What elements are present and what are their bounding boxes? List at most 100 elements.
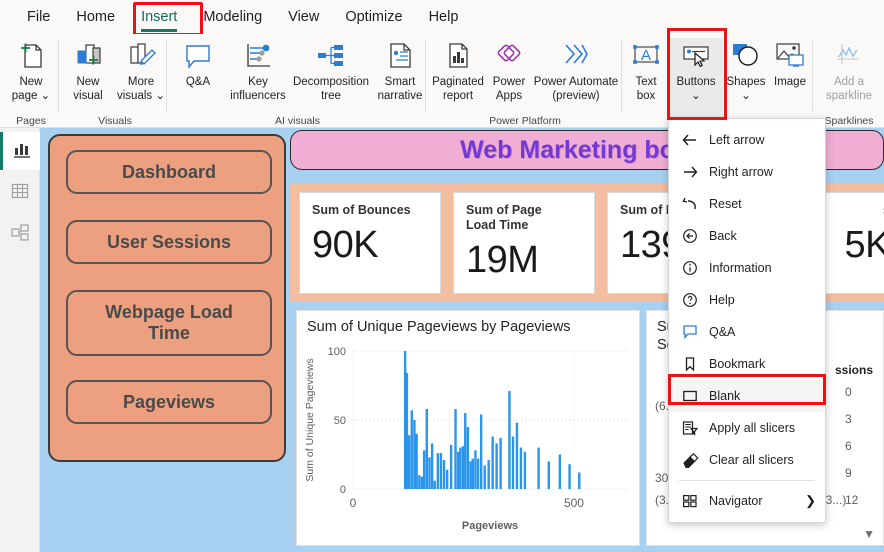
ribbon-tab-insert[interactable]: Insert [128,5,190,32]
buttons-icon [679,38,713,74]
menu-item-reset-label: Reset [709,197,742,211]
sidebar-item-model-view[interactable] [0,216,40,254]
menu-item-apply-all-slicers[interactable]: Apply all slicers [669,412,825,444]
ribbon-button-image[interactable]: Image [769,38,811,90]
power-apps-label: Power Apps [492,76,526,102]
ribbon-group-label-pages: Pages [16,115,46,127]
menu-item-blank[interactable]: Blank [669,380,825,412]
ribbon-tab-optimize[interactable]: Optimize [332,5,415,29]
canvas-scroll-down-caret[interactable]: ▼ [863,527,875,541]
menu-item-qanda[interactable]: Q&A [669,316,825,348]
ribbon-button-add-sparkline[interactable]: Add a sparkline [814,38,884,103]
kpi-card-bounces-value: 90K [312,224,379,266]
ribbon-group-label-visuals: Visuals [98,115,132,127]
ribbon-tab-view[interactable]: View [275,5,332,29]
user-sessions-tick-3: 3 [845,412,852,426]
sidebar-item-report-view[interactable] [0,132,40,170]
image-icon [773,38,807,74]
blank-rectangle-icon [677,385,703,407]
ribbon-button-text-box[interactable]: A Text box [625,38,667,103]
ribbon-button-power-automate[interactable]: Power Automate (preview) [531,38,621,103]
new-page-icon [14,38,48,74]
svg-text:Sum of Unique Pageviews: Sum of Unique Pageviews [304,358,316,481]
bar-chart-title: Sum of Unique Pageviews by Pageviews [307,319,571,335]
menu-item-qanda-label: Q&A [709,325,736,339]
sidebar-item-data-view[interactable] [0,174,40,212]
ribbon-group-pages: New page ⌄ Pages [0,34,62,128]
ribbon-group-label-power-platform: Power Platform [489,115,561,127]
menu-item-apply-all-slicers-label: Apply all slicers [709,421,796,435]
menu-item-clear-all-slicers[interactable]: Clear all slicers [669,444,825,476]
ribbon-tab-home[interactable]: Home [63,5,128,29]
more-visuals-label: More visuals ⌄ [117,76,165,102]
kpi-card-bounces-label: Sum of Bounces [312,203,411,217]
new-visual-label: New visual [73,76,103,102]
ribbon-button-decomposition-tree[interactable]: Decomposition tree [290,38,372,103]
ribbon-button-paginated-report[interactable]: Paginated report [429,38,487,103]
smart-narrative-label: Smart narrative [377,76,423,102]
ribbon-button-qanda[interactable]: Q&A [170,38,226,90]
text-box-label: Text box [635,76,657,102]
ribbon-button-key-influencers[interactable]: Key influencers [226,38,290,103]
ribbon-tab-bar: File Home Insert Modeling View Optimize … [0,0,884,34]
bar-chart-svg: 0 50 100 0 500 Sum of Unique Pageviews Pagevie… [304,346,627,532]
menu-item-help[interactable]: Help [669,284,825,316]
user-sessions-legend: ssions [835,363,874,377]
chevron-right-icon: ❯ [805,493,816,508]
menu-item-right-arrow[interactable]: Right arrow [669,156,825,188]
user-sessions-tick-6: 6 [845,439,852,453]
svg-text:0: 0 [340,484,346,496]
menu-item-clear-all-slicers-label: Clear all slicers [709,453,794,467]
paginated-report-label: Paginated report [432,76,484,102]
ribbon-button-smart-narrative[interactable]: Smart narrative [372,38,428,103]
menu-item-reset[interactable]: Reset [669,188,825,220]
kpi-card-page-load-time[interactable]: Sum of Page Load Time 19M [453,192,595,294]
nav-button-user-sessions[interactable]: User Sessions [66,220,272,264]
menu-item-help-label: Help [709,293,735,307]
paginated-report-icon [441,38,475,74]
power-automate-icon [559,38,593,74]
kpi-card-page-load-time-label: Sum of Page Load Time [466,203,542,232]
more-visuals-icon [124,38,158,74]
menu-item-bookmark[interactable]: Bookmark [669,348,825,380]
ribbon-button-new-visual[interactable]: New visual [62,38,114,103]
ribbon-button-buttons[interactable]: Buttons ⌄ [669,38,723,124]
menu-item-right-arrow-label: Right arrow [709,165,773,179]
svg-text:100: 100 [328,346,346,358]
menu-item-information[interactable]: Information [669,252,825,284]
nav-button-pageviews[interactable]: Pageviews [66,380,272,424]
ribbon-button-new-page[interactable]: New page ⌄ [0,38,62,103]
apply-all-slicers-icon [677,417,703,439]
ribbon-button-power-apps[interactable]: Power Apps [487,38,531,103]
ribbon-group-elements: A Text box Buttons ⌄ Shapes ⌄ Image [625,34,810,128]
navigator-grid-icon [677,490,703,512]
nav-button-user-sessions-label: User Sessions [106,231,232,252]
power-apps-icon [492,38,526,74]
ribbon-content: New page ⌄ Pages New visual More visuals… [0,34,884,128]
view-rail [0,128,40,552]
menu-item-navigator[interactable]: Navigator ❯ [669,485,825,517]
ribbon-group-sparklines: Add a sparkline Sparklines [814,34,884,128]
menu-item-left-arrow[interactable]: Left arrow [669,124,825,156]
qanda-icon [181,38,215,74]
visual-bar-chart[interactable]: Sum of Unique Pageviews by Pageviews 0 50… [296,310,640,546]
sparkline-icon [832,38,866,74]
kpi-card-bounces[interactable]: Sum of Bounces 90K [299,192,441,294]
right-arrow-icon [677,161,703,183]
nav-button-dashboard[interactable]: Dashboard [66,150,272,194]
kpi-card-page-load-time-value: 19M [466,239,539,281]
ribbon-tab-modeling[interactable]: Modeling [190,5,275,29]
ribbon-tab-file[interactable]: File [14,5,63,29]
ribbon-group-ai-visuals: Q&A Key influencers Decomposition tree S… [170,34,425,128]
svg-text:500: 500 [564,496,584,510]
model-relationship-icon [10,223,30,248]
nav-button-webpage-load-time[interactable]: Webpage Load Time [66,290,272,356]
svg-text:A: A [641,47,651,64]
ribbon-tab-help[interactable]: Help [416,5,472,29]
menu-item-back[interactable]: Back [669,220,825,252]
ribbon-button-more-visuals[interactable]: More visuals ⌄ [114,38,168,103]
qanda-label: Q&A [185,76,211,88]
ribbon-button-shapes[interactable]: Shapes ⌄ [723,38,769,103]
menu-item-left-arrow-label: Left arrow [709,133,765,147]
shapes-label: Shapes ⌄ [726,76,766,102]
